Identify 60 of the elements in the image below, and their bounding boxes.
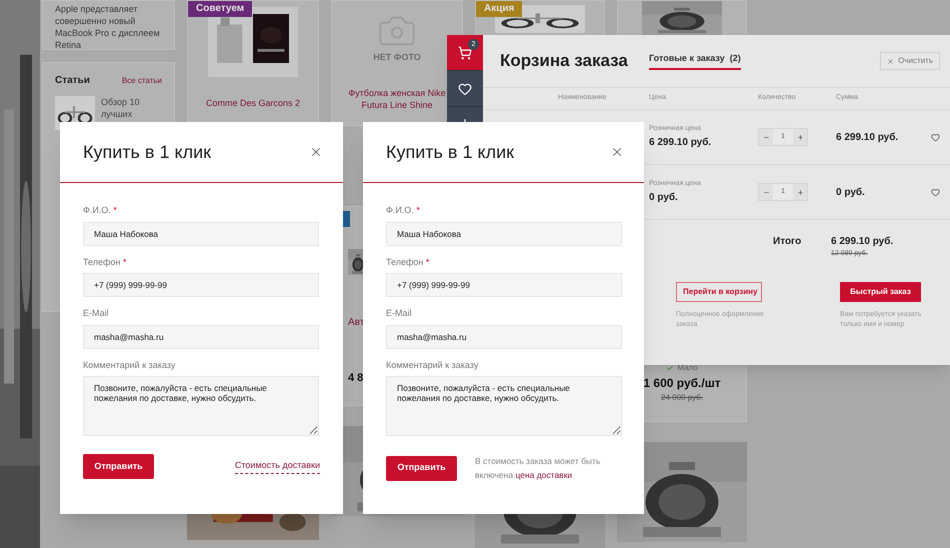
stock-label: Мало xyxy=(677,362,698,374)
cart-title: Корзина заказа xyxy=(500,50,629,72)
product-name: Comme Des Garcons 2 xyxy=(206,97,300,110)
text-field[interactable]: masha@masha.ru xyxy=(83,324,319,348)
field-label: Ф.И.О. * xyxy=(386,204,420,217)
product-name: Авт xyxy=(348,316,366,330)
product-price: 4 8 xyxy=(348,371,364,386)
delivery-cost-link[interactable]: Стоимость доставки xyxy=(234,459,320,474)
close-button[interactable] xyxy=(309,145,323,159)
comment-field[interactable]: Позвоните, пожалуйста - есть специальные пожелания по доставке, нужно обсудить. xyxy=(386,376,622,436)
text-field[interactable]: masha@masha.ru xyxy=(386,324,622,348)
delivery-price-link[interactable]: цена доставки xyxy=(515,470,572,480)
clear-button[interactable]: Очистить xyxy=(880,52,940,70)
text-field[interactable]: Маша Набокова xyxy=(83,222,319,246)
total-label: Итого xyxy=(773,235,802,249)
field-label: Ф.И.О. * xyxy=(83,204,117,217)
modal-title: Купить в 1 клик xyxy=(386,140,514,164)
close-icon xyxy=(309,145,323,159)
product-name: Футболка женская Nike Futura Line Shine xyxy=(347,86,447,110)
check-icon xyxy=(666,364,674,372)
go-to-cart-button[interactable]: Перейти в корзину xyxy=(676,282,762,302)
field-label: Телефон * xyxy=(386,256,430,269)
plus-icon xyxy=(796,134,804,140)
submit-button[interactable]: Отправить xyxy=(83,454,154,479)
total-price: 6 299.10 руб. xyxy=(831,235,894,249)
product-badge: Советуем xyxy=(188,1,252,17)
field-label: E-Mail xyxy=(386,307,412,320)
articles-title: Статьи xyxy=(55,74,90,88)
text-field[interactable]: Маша Набокова xyxy=(386,222,622,246)
heart-icon[interactable] xyxy=(931,132,940,142)
field-label: E-Mail xyxy=(83,307,109,320)
plus-icon xyxy=(796,188,804,196)
delivery-note: В стоимость заказа может быть включена цена доставки xyxy=(475,455,602,482)
close-icon xyxy=(610,145,624,159)
item-sum: 0 руб. xyxy=(836,186,866,200)
text-field[interactable]: +7 (999) 999-99-99 xyxy=(386,273,622,297)
old-price: 24 000 руб. xyxy=(661,392,703,404)
cart-tab-ready[interactable]: Готовые к заказу (2) xyxy=(649,52,741,70)
text-field[interactable]: +7 (999) 999-99-99 xyxy=(83,273,319,297)
no-photo-label: НЕТ ФОТО xyxy=(373,51,421,64)
item-price: 0 руб. xyxy=(649,190,679,205)
close-button[interactable] xyxy=(610,145,624,159)
quick-order-button[interactable]: Быстрый заказ xyxy=(840,282,921,302)
comment-field[interactable]: Позвоните, пожалуйста - есть специальные пожелания по доставке, нужно обсудить. xyxy=(83,376,319,436)
field-label: Комментарий к заказу xyxy=(386,358,478,372)
close-icon xyxy=(887,58,894,64)
modal-title: Купить в 1 клик xyxy=(83,140,211,164)
field-label: Комментарий к заказу xyxy=(83,358,176,372)
article-title: Обзор 10 лучших xyxy=(101,96,141,121)
item-price: 6 299.10 руб. xyxy=(649,136,712,150)
product-price: 1 600 руб./шт xyxy=(643,375,721,392)
cart-icon xyxy=(458,46,472,60)
field-label: Телефон * xyxy=(83,256,126,269)
submit-button[interactable]: Отправить xyxy=(386,456,457,480)
product-badge: Акция xyxy=(476,1,522,17)
item-sum: 6 299.10 руб. xyxy=(836,130,900,144)
heart-icon[interactable] xyxy=(931,188,940,196)
heart-icon xyxy=(458,82,472,96)
news-text: Apple представляет совершенно новый MacBook Pro с дисплеем Retina xyxy=(55,3,161,51)
all-articles-link[interactable]: Все статьи xyxy=(122,74,162,86)
